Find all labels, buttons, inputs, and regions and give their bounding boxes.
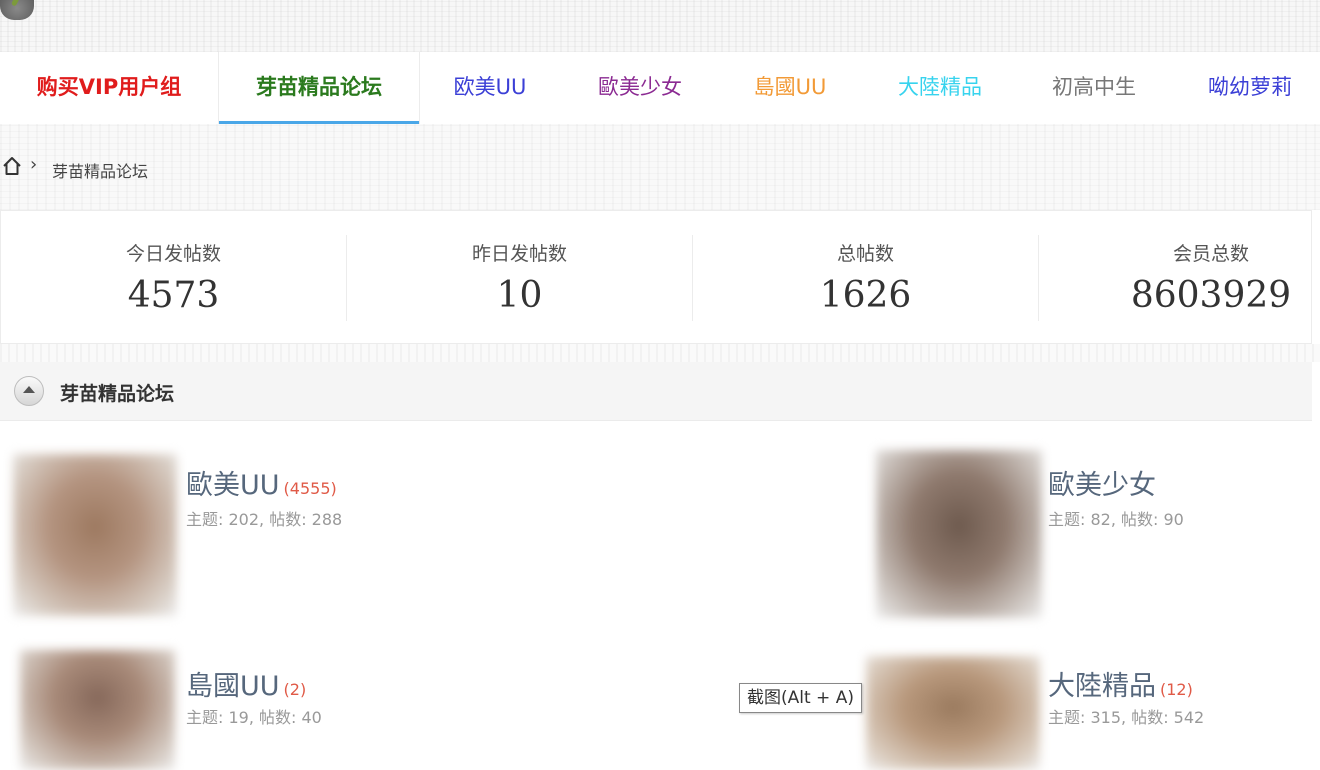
- nav-item-chugao[interactable]: 初高中生: [1024, 52, 1164, 124]
- nav-item-yamiao-forum[interactable]: 芽苗精品论坛: [219, 52, 419, 124]
- breadcrumb-current[interactable]: 芽苗精品论坛: [52, 158, 148, 182]
- breadcrumb: › 芽苗精品论坛: [0, 124, 1320, 210]
- stat-value: 10: [496, 275, 543, 316]
- background-strip: [0, 344, 1320, 362]
- forum-stats: 今日发帖数 4573 昨日发帖数 10 总帖数 1626 会员总数 860392…: [0, 210, 1312, 344]
- home-icon[interactable]: [2, 156, 22, 176]
- chevron-right-icon: ›: [30, 154, 38, 175]
- nav-item-oumei-girls[interactable]: 歐美少女: [570, 52, 710, 124]
- forum-meta: 主题: 19, 帖数: 40: [186, 708, 322, 727]
- stat-label: 总帖数: [836, 243, 894, 265]
- main-nav: 购买VIP用户组 芽苗精品论坛 欧美UU 歐美少女 島國UU 大陸精品 初高中生…: [0, 52, 1320, 125]
- stat-today-posts: 今日发帖数 4573: [1, 211, 346, 345]
- stat-label: 今日发帖数: [125, 243, 221, 265]
- stat-yesterday-posts: 昨日发帖数 10: [347, 211, 692, 345]
- forum-today-count: (4555): [283, 479, 337, 498]
- nav-item-youyou[interactable]: 呦幼萝莉: [1180, 52, 1320, 124]
- header-banner: [0, 0, 1320, 52]
- forum-title-daoguo-uu[interactable]: 島國UU (2): [186, 664, 306, 703]
- stat-value: 1626: [819, 275, 912, 316]
- forum-thumbnail[interactable]: [876, 450, 1042, 618]
- site-logo[interactable]: [0, 0, 34, 20]
- stat-label: 会员总数: [1172, 243, 1249, 265]
- collapse-up-icon[interactable]: [14, 376, 44, 406]
- section-title: 芽苗精品论坛: [60, 383, 175, 405]
- stat-label: 昨日发帖数: [471, 243, 567, 265]
- stat-total-posts: 总帖数 1626: [693, 211, 1038, 345]
- section-header: 芽苗精品论坛: [0, 362, 1312, 421]
- forum-meta: 主题: 82, 帖数: 90: [1048, 510, 1184, 529]
- forum-thumbnail[interactable]: [13, 454, 177, 616]
- nav-item-buy-vip[interactable]: 购买VIP用户组: [0, 52, 218, 124]
- forum-thumbnail[interactable]: [20, 650, 175, 770]
- nav-item-oumei-uu[interactable]: 欧美UU: [420, 52, 560, 124]
- forum-title-oumei-uu[interactable]: 歐美UU (4555): [186, 463, 337, 502]
- forum-title-oumei-girls[interactable]: 歐美少女: [1048, 463, 1160, 502]
- forum-meta: 主题: 202, 帖数: 288: [186, 510, 343, 529]
- forum-meta: 主题: 315, 帖数: 542: [1048, 708, 1205, 727]
- nav-item-dalu[interactable]: 大陸精品: [870, 52, 1010, 124]
- stat-value: 4573: [127, 275, 220, 316]
- forum-thumbnail[interactable]: [866, 656, 1040, 770]
- stat-total-members: 会员总数 8603929: [1039, 211, 1320, 345]
- screenshot-tooltip: 截图(Alt + A): [739, 683, 862, 713]
- forum-title-dalu[interactable]: 大陸精品 (12): [1048, 664, 1193, 703]
- forum-today-count: (12): [1160, 680, 1193, 699]
- forum-today-count: (2): [283, 680, 307, 699]
- stat-value: 8603929: [1130, 275, 1292, 316]
- nav-item-daoguo-uu[interactable]: 島國UU: [720, 52, 860, 124]
